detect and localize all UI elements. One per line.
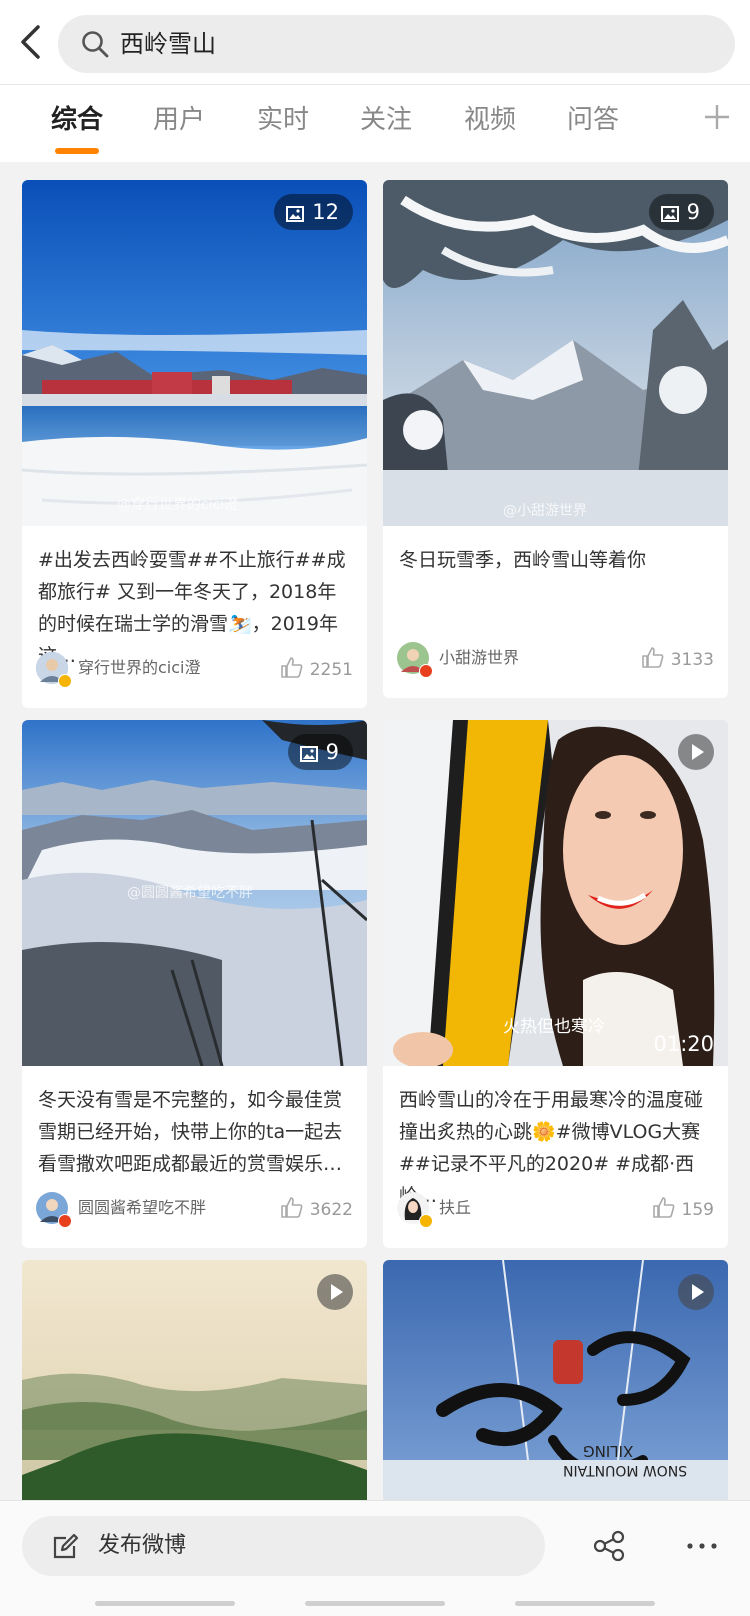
image-count-badge: 12 — [274, 194, 353, 230]
post-card[interactable] — [22, 1260, 367, 1500]
tab-bar: 综合 用户 实时 关注 视频 问答 — [0, 84, 750, 162]
avatar[interactable] — [36, 1192, 72, 1228]
post-video-thumbnail[interactable] — [22, 1260, 367, 1500]
tab-qa[interactable]: 问答 — [567, 103, 619, 137]
image-watermark: @穿行世界的cici澄 — [117, 497, 239, 513]
tab-following[interactable]: 关注 — [360, 103, 412, 137]
gesture-indicator — [95, 1601, 235, 1606]
post-text: 冬日玩雪季，西岭雪山等着你 — [399, 549, 647, 571]
post-image[interactable]: @穿行世界的cici澄 12 — [22, 180, 367, 526]
like-button[interactable]: 159 — [652, 1196, 714, 1222]
header: 西岭雪山 — [0, 0, 750, 84]
search-query: 西岭雪山 — [120, 30, 216, 58]
verified-badge-icon — [58, 1214, 72, 1228]
author-name[interactable]: 圆圆酱希望吃不胖 — [78, 1196, 206, 1220]
avatar[interactable] — [397, 642, 433, 678]
post-video-thumbnail[interactable]: XILING SNOW MOUNTAIN — [383, 1260, 728, 1500]
sign-text: XILING — [583, 1442, 634, 1460]
thumbs-up-icon — [652, 1197, 674, 1218]
bottom-bar: 发布微博 — [0, 1500, 750, 1616]
post-image[interactable]: @小甜游世界 9 — [383, 180, 728, 526]
play-icon[interactable] — [678, 1274, 714, 1310]
edit-icon — [52, 1532, 80, 1564]
post-text: 冬天没有雪是不完整的，如今最佳赏雪期已经开始，快带上你的ta一起去看雪撒欢吧距成… — [38, 1089, 343, 1175]
image-icon — [299, 746, 318, 762]
active-tab-indicator — [55, 148, 99, 154]
search-icon — [80, 29, 110, 59]
post-card[interactable]: @小甜游世界 9 冬日玩雪季，西岭雪山等着你 小甜游世界 3133 — [383, 180, 728, 698]
play-icon[interactable] — [317, 1274, 353, 1310]
like-count: 2251 — [309, 660, 353, 680]
tab-general[interactable]: 综合 — [51, 103, 103, 137]
gesture-indicator — [515, 1601, 655, 1606]
thumbs-up-icon — [280, 657, 303, 678]
image-count-badge: 9 — [287, 734, 353, 770]
post-card[interactable]: 火热但也寒冷 01:20 西岭雪山的冷在于用最寒冷的温度碰撞出炙热的心跳🌼#微博… — [383, 720, 728, 1248]
like-count: 3133 — [670, 650, 714, 670]
add-tab-icon[interactable] — [700, 97, 734, 137]
like-button[interactable]: 3622 — [280, 1196, 353, 1222]
image-icon — [286, 206, 305, 222]
post-card[interactable]: @圆圆酱希望吃不胖 9 冬天没有雪是不完整的，如今最佳赏雪期已经开始，快带上你的… — [22, 720, 367, 1248]
verified-badge-icon — [419, 1214, 433, 1228]
compose-label: 发布微博 — [98, 1533, 187, 1558]
avatar[interactable] — [397, 1192, 433, 1228]
post-card[interactable]: XILING SNOW MOUNTAIN — [383, 1260, 728, 1500]
play-icon[interactable] — [678, 734, 714, 770]
search-input[interactable]: 西岭雪山 — [58, 15, 735, 73]
image-count: 9 — [325, 740, 339, 764]
more-options-icon[interactable] — [686, 1531, 718, 1565]
image-watermark: @小甜游世界 — [503, 503, 587, 519]
post-text: #出发去西岭耍雪##不止旅行##成都旅行# 又到一年冬天了，2018年的时候在瑞… — [38, 549, 346, 667]
like-button[interactable]: 2251 — [280, 656, 353, 682]
thumbs-up-icon — [280, 1197, 303, 1218]
author-name[interactable]: 穿行世界的cici澄 — [78, 656, 201, 680]
like-count: 159 — [681, 1200, 714, 1220]
avatar[interactable] — [36, 652, 72, 688]
verified-badge-icon — [58, 674, 72, 688]
tab-video[interactable]: 视频 — [464, 103, 516, 137]
tab-realtime[interactable]: 实时 — [257, 103, 309, 137]
share-icon[interactable] — [592, 1529, 626, 1567]
post-card[interactable]: @穿行世界的cici澄 12 #出发去西岭耍雪##不止旅行##成都旅行# 又到一… — [22, 180, 367, 708]
image-count-badge: 9 — [648, 194, 714, 230]
tab-users[interactable]: 用户 — [153, 103, 205, 137]
video-duration: 01:20 — [653, 1032, 714, 1056]
video-caption: 火热但也寒冷 — [503, 1017, 605, 1037]
like-count: 3622 — [309, 1200, 353, 1220]
back-arrow-icon[interactable] — [14, 22, 50, 62]
like-button[interactable]: 3133 — [641, 646, 714, 672]
gesture-indicator — [305, 1601, 445, 1606]
image-watermark: @圆圆酱希望吃不胖 — [127, 885, 253, 901]
post-text: 西岭雪山的冷在于用最寒冷的温度碰撞出炙热的心跳🌼#微博VLOG大赛##记录不平凡… — [399, 1089, 704, 1207]
image-count: 12 — [312, 200, 339, 224]
author-name[interactable]: 小甜游世界 — [439, 646, 519, 670]
image-count: 9 — [686, 200, 700, 224]
post-video-thumbnail[interactable]: 火热但也寒冷 01:20 — [383, 720, 728, 1066]
author-name[interactable]: 扶丘 — [439, 1196, 471, 1220]
image-icon — [660, 206, 679, 222]
post-image[interactable]: @圆圆酱希望吃不胖 9 — [22, 720, 367, 1066]
sign-text: SNOW MOUNTAIN — [563, 1462, 688, 1478]
thumbs-up-icon — [641, 647, 664, 668]
verified-badge-icon — [419, 664, 433, 678]
compose-button[interactable]: 发布微博 — [22, 1516, 545, 1576]
